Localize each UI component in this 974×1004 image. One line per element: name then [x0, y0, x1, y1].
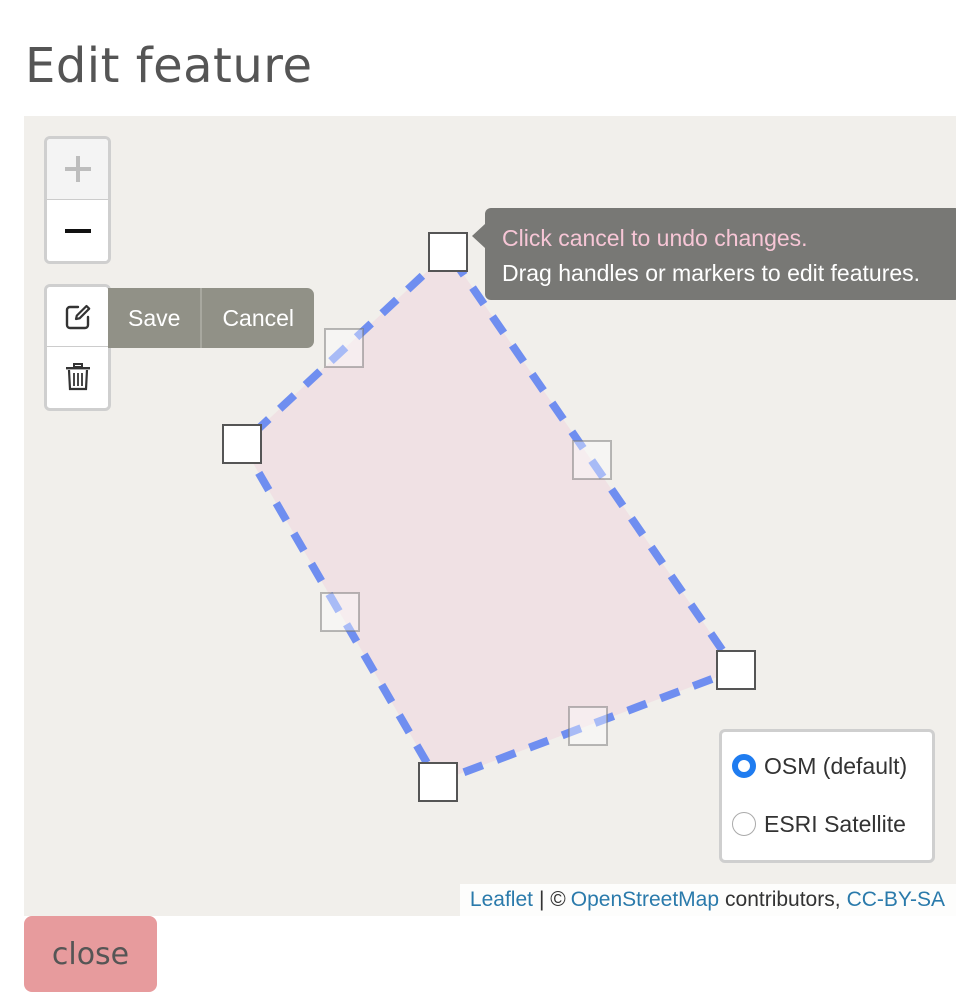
leaflet-link[interactable]: Leaflet — [470, 888, 533, 912]
edit-toolbar — [44, 284, 111, 411]
layer-option-osm[interactable]: OSM (default) — [732, 746, 932, 786]
radio-checked-icon[interactable] — [732, 754, 756, 778]
layer-option-esri[interactable]: ESRI Satellite — [732, 798, 932, 850]
plus-icon — [64, 156, 91, 182]
osm-link[interactable]: OpenStreetMap — [571, 888, 719, 912]
midpoint-marker[interactable] — [320, 592, 360, 632]
midpoint-marker[interactable] — [568, 706, 608, 746]
page-title: Edit feature — [25, 38, 313, 94]
radio-unchecked-icon[interactable] — [732, 812, 756, 836]
vertex-handle[interactable] — [222, 424, 262, 464]
edit-actions: Save Cancel — [108, 288, 315, 348]
map[interactable]: Save Cancel Click cancel to undo changes… — [24, 116, 956, 916]
delete-layers-button[interactable] — [47, 347, 108, 407]
tooltip-subtext: Click cancel to undo changes. — [502, 225, 808, 251]
layers-control: OSM (default) ESRI Satellite — [719, 729, 935, 863]
edit-layers-button[interactable] — [47, 287, 108, 347]
cancel-button[interactable]: Cancel — [202, 288, 314, 348]
midpoint-marker[interactable] — [572, 440, 612, 480]
edit-tooltip: Click cancel to undo changes. Drag handl… — [472, 208, 956, 300]
attribution-contributors: contributors, — [725, 888, 841, 911]
zoom-out-button[interactable] — [47, 200, 108, 261]
zoom-in-button[interactable] — [47, 139, 108, 200]
midpoint-marker[interactable] — [324, 328, 364, 368]
layer-label: ESRI Satellite — [764, 810, 906, 837]
save-button[interactable]: Save — [108, 288, 200, 348]
close-button[interactable]: close — [24, 916, 157, 992]
layer-label: OSM (default) — [764, 752, 908, 779]
minus-icon — [64, 228, 91, 233]
vertex-handle[interactable] — [716, 650, 756, 690]
vertex-handle[interactable] — [428, 232, 468, 272]
map-attribution: Leaflet | © OpenStreetMap contributors, … — [459, 884, 956, 916]
vertex-handle[interactable] — [418, 762, 458, 802]
zoom-control — [44, 136, 111, 264]
edited-polygon[interactable] — [238, 248, 740, 786]
license-link[interactable]: CC-BY-SA — [847, 888, 945, 912]
edit-icon — [65, 304, 90, 329]
tooltip-text: Drag handles or markers to edit features… — [502, 260, 921, 286]
trash-icon — [65, 363, 90, 391]
attribution-separator: | © — [538, 888, 566, 911]
